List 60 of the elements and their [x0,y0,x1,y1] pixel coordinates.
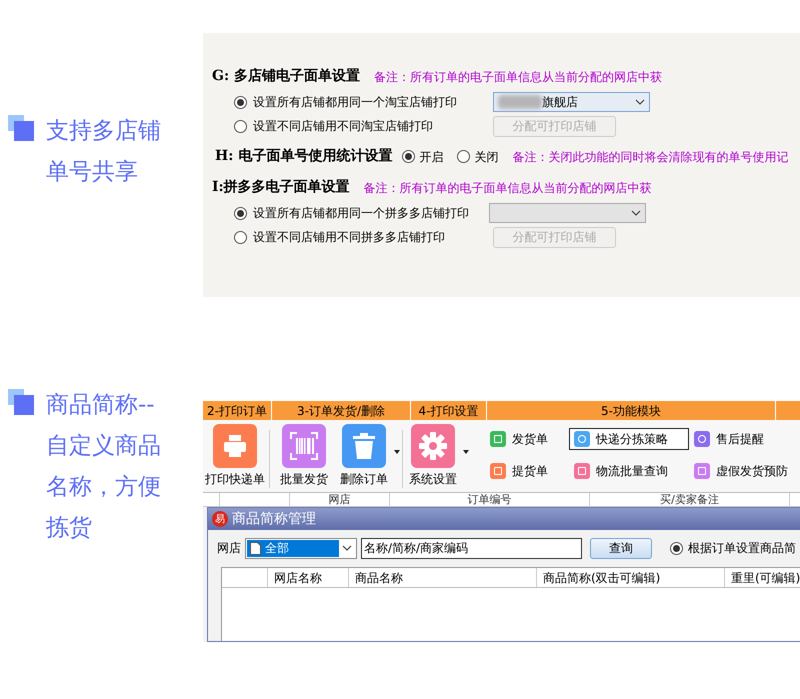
dropdown[interactable]: 旗舰店 [493,92,650,112]
section-title: H: 电子面单号使用统计设置 [215,147,392,166]
radio-button[interactable] [457,150,470,163]
radio-button[interactable] [234,120,247,132]
column-header: 网店名称 [268,568,349,587]
radio-label: 设置所有店铺都用同一个淘宝店铺打印 [253,94,458,111]
radio-label: 设置不同店铺用不同淘宝店铺打印 [253,118,434,135]
note-text: 备注：所有订单的电子面单信息从当前分配的网店中获 [364,180,652,196]
toolbar-item[interactable]: 虚假发货预防 [689,460,789,482]
search-field[interactable]: 名称/简称/商家编码 [361,538,582,558]
note-text: 备注：所有订单的电子面单信息从当前分配的网店中获 [374,68,662,86]
radio-label: 设置所有店铺都用同一个拼多多店铺打印 [253,205,470,222]
radio-label: 设置不同店铺用不同拼多多店铺打印 [253,229,446,246]
toolbar-item[interactable]: 快递分拣策略 [569,428,689,450]
column-header: 网店 [290,493,390,506]
radio-button[interactable] [234,206,247,220]
toolbar-group-label: 4-打印设置 [411,401,486,420]
dialog-title: 商品简称管理 [232,510,316,528]
radio-label: 开启 [419,148,444,166]
shop-dropdown[interactable]: 全部 [245,538,357,558]
toolbar-group-label: 5-功能模块 [487,401,775,420]
column-header: 买/卖家备注 [590,493,790,506]
shop-label: 网店 [217,540,241,557]
toolbar-button[interactable]: 删除订单 [336,424,400,488]
feature-text: 商品简称--自定义商品名称，方便拣货 [46,391,162,543]
toolbar-group-label: 3-订单发货/删除 [272,401,410,420]
dropdown-value: 旗舰店 [542,94,578,111]
column-header: 商品名称 [349,568,537,587]
toolbar-item[interactable]: 物流批量查询 [569,460,689,482]
toolbar-button[interactable]: 系统设置 [405,424,469,488]
caret-icon [394,450,400,454]
section-title: I:拼多多电子面单设置 [212,178,350,197]
toolbar-item[interactable]: 售后提醒 [689,428,789,450]
chevron-down-icon [631,210,641,216]
radio-button[interactable] [234,230,247,244]
column-header: 订单编号 [390,493,590,506]
dropdown-value: 全部 [247,540,339,556]
toolbar-group-label: 2-打印订单 [203,401,271,420]
caret-icon [463,450,469,454]
radio-button[interactable] [402,150,416,163]
square-bullet-icon [8,115,34,141]
square-bullet-icon [8,389,34,415]
note-text: 备注：关闭此功能的同时将会清除现有的单号使用记 [512,148,788,166]
radio-button[interactable] [670,542,683,554]
radio-label: 关闭 [474,148,498,166]
toolbar-button[interactable]: 打印快递单 [203,424,267,488]
chevron-down-icon [342,545,352,551]
app-logo: 易 [212,511,228,527]
section-title: G: 多店铺电子面单设置 [212,66,360,86]
chevron-down-icon [635,99,645,105]
toolbar-item[interactable]: 发货单 [485,428,569,450]
radio-button[interactable] [234,96,247,108]
toolbar-item[interactable]: 提货单 [485,460,569,482]
radio-label: 根据订单设置商品简 [688,540,796,557]
column-header: 重里(可编辑) [725,568,800,587]
toolbar-button[interactable]: 批量发货 [272,424,336,488]
feature-text: 支持多店铺单号共享 [46,117,162,187]
query-button[interactable]: 查询 [590,538,652,558]
document-icon [250,542,261,554]
column-header: 商品简称(双击可编辑) [537,568,725,587]
